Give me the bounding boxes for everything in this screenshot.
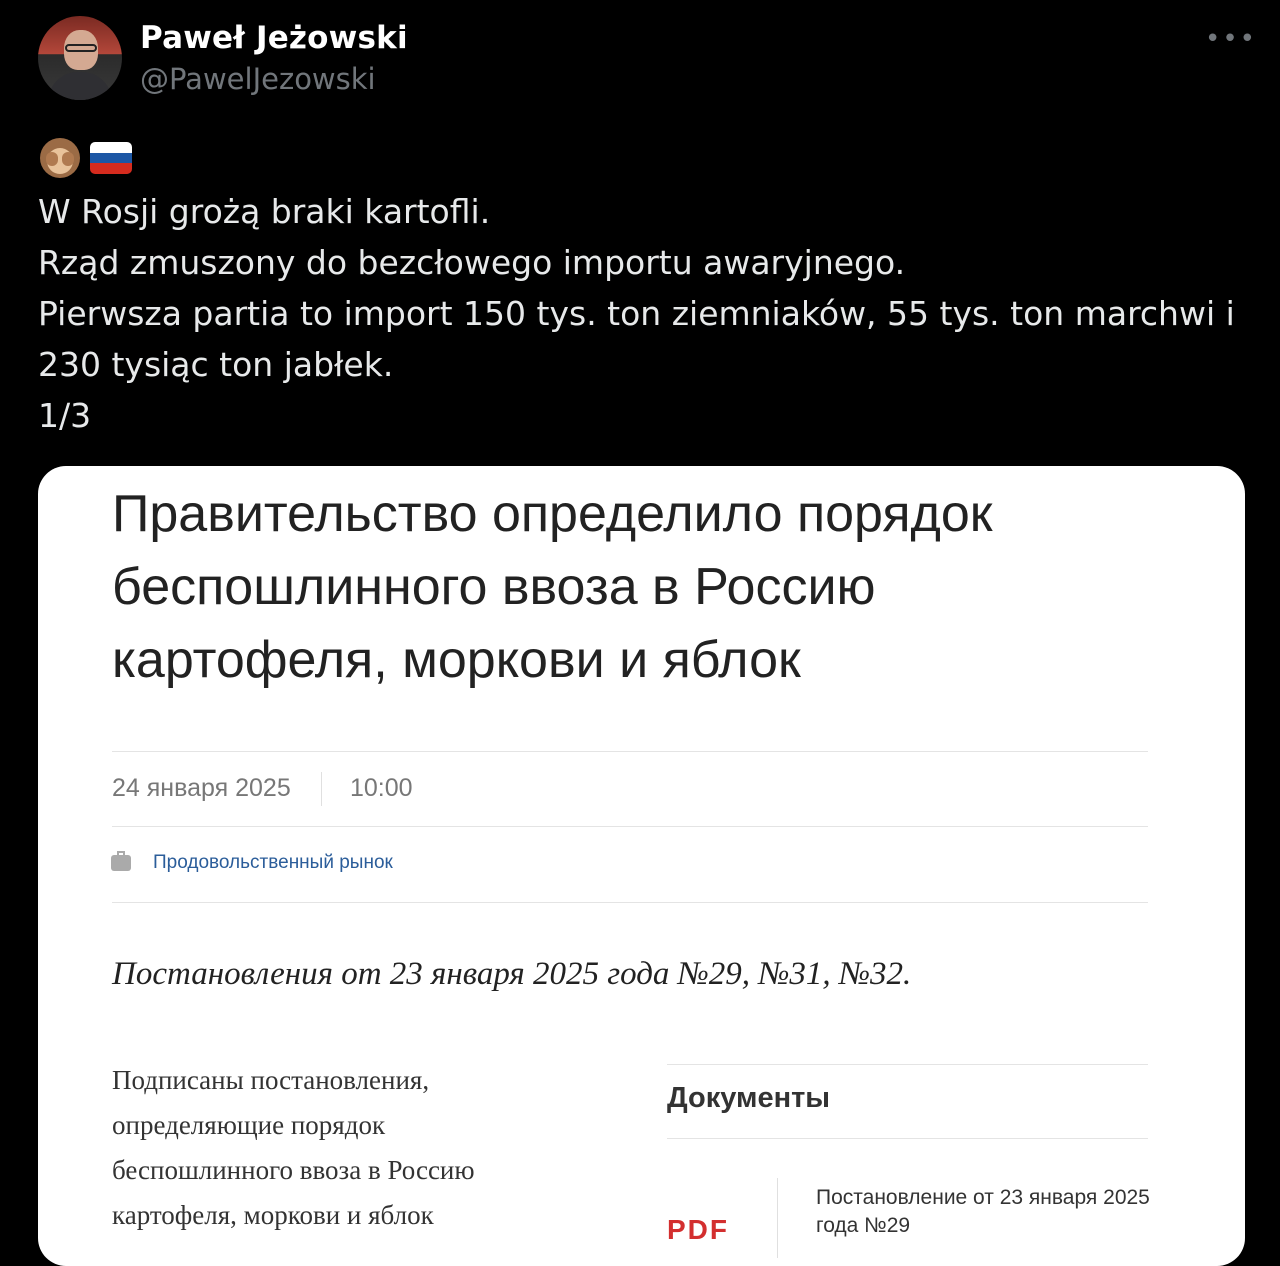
divider [112, 902, 1148, 903]
divider [112, 751, 1148, 752]
avatar-body [48, 72, 112, 100]
document-link[interactable]: Постановление от 23 января 2025 года №29 [816, 1184, 1156, 1240]
more-options-icon[interactable]: ••• [1205, 24, 1257, 54]
avatar[interactable] [38, 16, 122, 100]
article-lead: Постановления от 23 января 2025 года №29… [112, 956, 912, 992]
author-handle[interactable]: @PawelJezowski [140, 62, 376, 96]
category-link[interactable]: Продовольственный рынок [153, 852, 393, 874]
attached-image-card[interactable]: Правительство определило порядок беспошл… [38, 466, 1245, 1266]
article-time: 10:00 [350, 774, 413, 802]
article-date: 24 января 2025 [112, 774, 291, 802]
divider [321, 772, 322, 806]
briefcase-icon [111, 851, 131, 871]
documents-heading: Документы [667, 1082, 831, 1114]
divider [667, 1064, 1148, 1065]
divider [777, 1178, 778, 1258]
see-no-evil-monkey-icon [40, 138, 80, 178]
article-headline: Правительство определило порядок беспошл… [112, 485, 993, 689]
tweet-line: W Rosji grożą braki kartofli. [38, 192, 491, 231]
divider [112, 826, 1148, 827]
tweet-line: Rząd zmuszony do bezcłowego importu awar… [38, 243, 906, 282]
divider [667, 1138, 1148, 1139]
article-body: Подписаны постановления, определяющие по… [112, 1065, 475, 1230]
russia-flag-icon [90, 142, 132, 174]
avatar-glasses [65, 44, 97, 52]
tweet-line: Pierwsza partia to import 150 tys. ton z… [38, 294, 1235, 384]
tweet-line: 1/3 [38, 396, 92, 435]
author-name[interactable]: Paweł Jeżowski [140, 20, 408, 56]
tweet-text: W Rosji grożą braki kartofli. Rząd zmusz… [38, 186, 1248, 441]
pdf-icon: PDF [667, 1214, 729, 1245]
